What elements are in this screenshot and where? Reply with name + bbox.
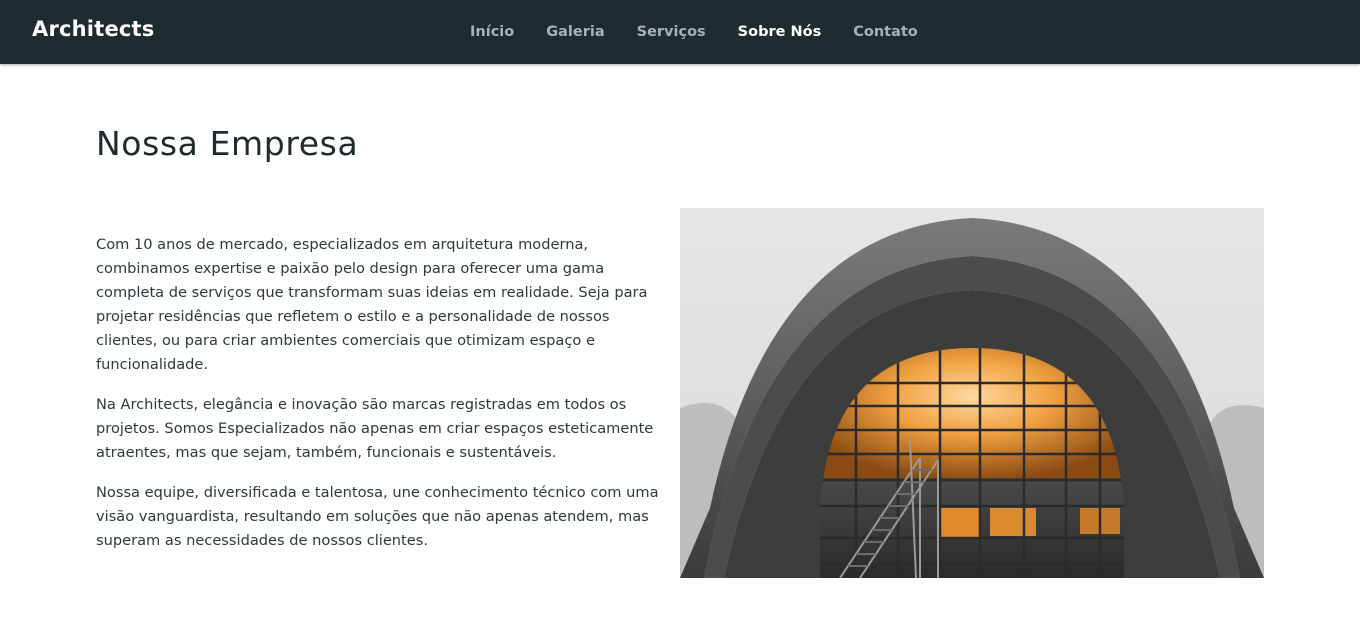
navbar: Architects Início Galeria Serviços Sobre… xyxy=(0,0,1360,64)
about-paragraph: Com 10 anos de mercado, especializados e… xyxy=(96,236,648,373)
building-photo xyxy=(680,208,1264,578)
about-paragraph: Na Architects, elegância e inovação são … xyxy=(96,396,654,461)
nav-item-sobre-nos: Sobre Nós xyxy=(722,0,838,64)
nav-link-servicos[interactable]: Serviços xyxy=(621,0,722,64)
nav-link-sobre-nos[interactable]: Sobre Nós xyxy=(722,0,838,64)
page-title: Nossa Empresa xyxy=(96,124,359,163)
brand-logo[interactable]: Architects xyxy=(32,17,154,41)
about-paragraph: Nossa equipe, diversificada e talentosa,… xyxy=(96,484,659,549)
nav-link-inicio[interactable]: Início xyxy=(470,0,530,64)
nav-item-galeria: Galeria xyxy=(530,0,620,64)
nav-link-contato[interactable]: Contato xyxy=(837,0,934,64)
nav-menu: Início Galeria Serviços Sobre Nós Contat… xyxy=(470,0,934,64)
nav-link-galeria[interactable]: Galeria xyxy=(530,0,620,64)
nav-item-inicio: Início xyxy=(470,0,530,64)
building-illustration xyxy=(680,208,1264,578)
nav-item-servicos: Serviços xyxy=(621,0,722,64)
nav-item-contato: Contato xyxy=(837,0,934,64)
about-text: Com 10 anos de mercado, especializados e… xyxy=(96,233,662,569)
